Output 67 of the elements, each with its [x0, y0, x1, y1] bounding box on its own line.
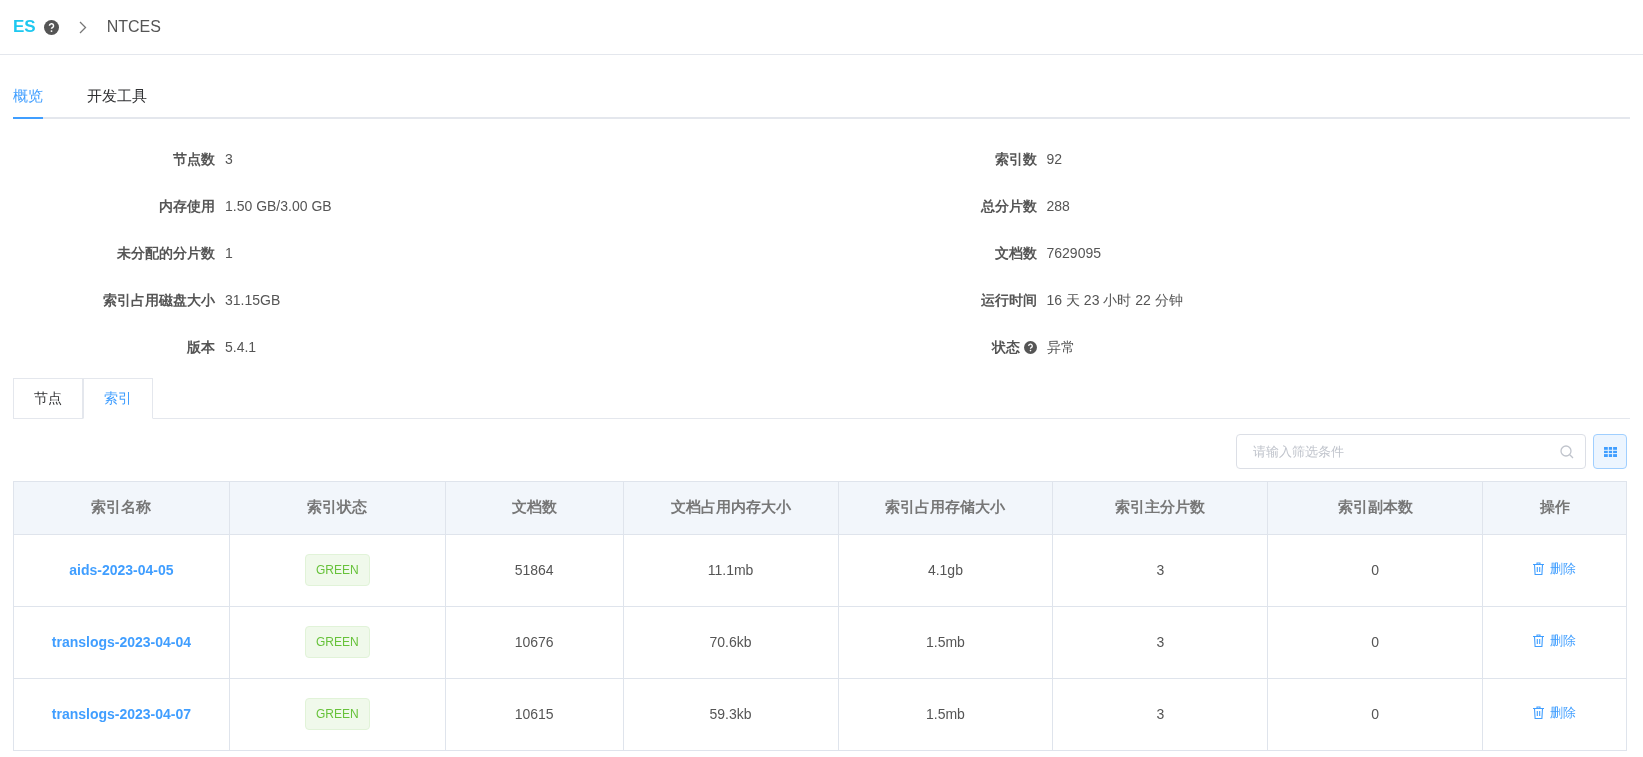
stat-value: 3 [225, 149, 233, 169]
table-cell: 0 [1267, 534, 1483, 606]
stat-label: 未分配的分片数 [117, 244, 215, 261]
table-cell: 0 [1267, 678, 1483, 750]
table-cell: 10676 [445, 606, 624, 678]
help-icon[interactable] [1023, 341, 1037, 355]
stat-label: 版本 [187, 338, 215, 355]
stat-label: 总分片数 [980, 197, 1037, 214]
column-header: 文档占用内存大小 [623, 481, 838, 534]
stat-label: 内存使用 [159, 197, 215, 214]
breadcrumb-item: NTCES [106, 17, 161, 37]
search-field[interactable]: 请输入筛选条件 [1236, 433, 1586, 469]
column-header: 文档数 [445, 481, 624, 534]
status-tag: GREEN [304, 698, 370, 730]
column-header: 索引状态 [229, 481, 446, 534]
stat-label: 运行时间 [980, 291, 1037, 308]
status-tag: GREEN [304, 626, 370, 658]
table-cell: 59.3kb [623, 678, 838, 750]
logo-text[interactable]: ES [13, 14, 36, 40]
stat-label: 索引数 [994, 150, 1037, 167]
grid-icon [1603, 446, 1617, 457]
stat-value: 7629095 [1046, 243, 1101, 263]
table-cell: 51864 [445, 534, 624, 606]
table-cell: 10615 [445, 678, 624, 750]
table-cell: 11.1mb [623, 534, 838, 606]
table-cell: 4.1gb [838, 534, 1053, 606]
stat-value: 288 [1046, 196, 1070, 216]
column-header: 索引名称 [13, 481, 230, 534]
table-cell: 70.6kb [623, 606, 838, 678]
index-name-link[interactable]: translogs-2023-04-04 [51, 633, 192, 650]
stat-label: 状态 [991, 338, 1020, 355]
stat-label: 索引占用磁盘大小 [103, 291, 215, 308]
column-header: 操作 [1482, 481, 1627, 534]
trash-icon [1533, 562, 1544, 576]
column-settings-button[interactable] [1593, 433, 1627, 469]
help-icon[interactable] [43, 19, 59, 35]
tab[interactable]: 索引 [83, 377, 153, 419]
delete-button[interactable]: 删除 [1533, 558, 1576, 579]
table-cell: 3 [1052, 606, 1268, 678]
tab[interactable]: 开发工具 [87, 85, 147, 119]
column-header: 索引主分片数 [1052, 481, 1268, 534]
stat-label: 节点数 [173, 150, 215, 167]
stat-value: 1.50 GB/3.00 GB [225, 196, 332, 216]
delete-button[interactable]: 删除 [1533, 702, 1576, 723]
table-cell: 1.5mb [838, 606, 1053, 678]
table-cell: 3 [1052, 534, 1268, 606]
stat-value: 31.15GB [225, 290, 281, 310]
column-header: 索引占用存储大小 [838, 481, 1053, 534]
stat-value: 5.4.1 [225, 337, 257, 357]
index-name-link[interactable]: aids-2023-04-05 [69, 561, 174, 578]
table-cell: 1.5mb [838, 678, 1053, 750]
chevron-icon [78, 20, 87, 34]
table-cell: 3 [1052, 678, 1268, 750]
table-cell: 0 [1267, 606, 1483, 678]
delete-button[interactable]: 删除 [1533, 630, 1576, 651]
stat-label: 文档数 [994, 244, 1037, 261]
stat-value: 1 [225, 243, 233, 263]
stat-value: 16 天 23 小时 22 分钟 [1046, 290, 1183, 310]
tab[interactable]: 概览 [13, 85, 43, 119]
trash-icon [1533, 706, 1544, 720]
stat-value: 92 [1046, 149, 1063, 169]
stat-value: 异常 [1046, 337, 1075, 357]
status-tag: GREEN [304, 554, 370, 586]
column-header: 索引副本数 [1267, 481, 1483, 534]
index-name-link[interactable]: translogs-2023-04-07 [51, 705, 192, 722]
search-icon [1560, 444, 1574, 459]
trash-icon [1533, 634, 1544, 648]
